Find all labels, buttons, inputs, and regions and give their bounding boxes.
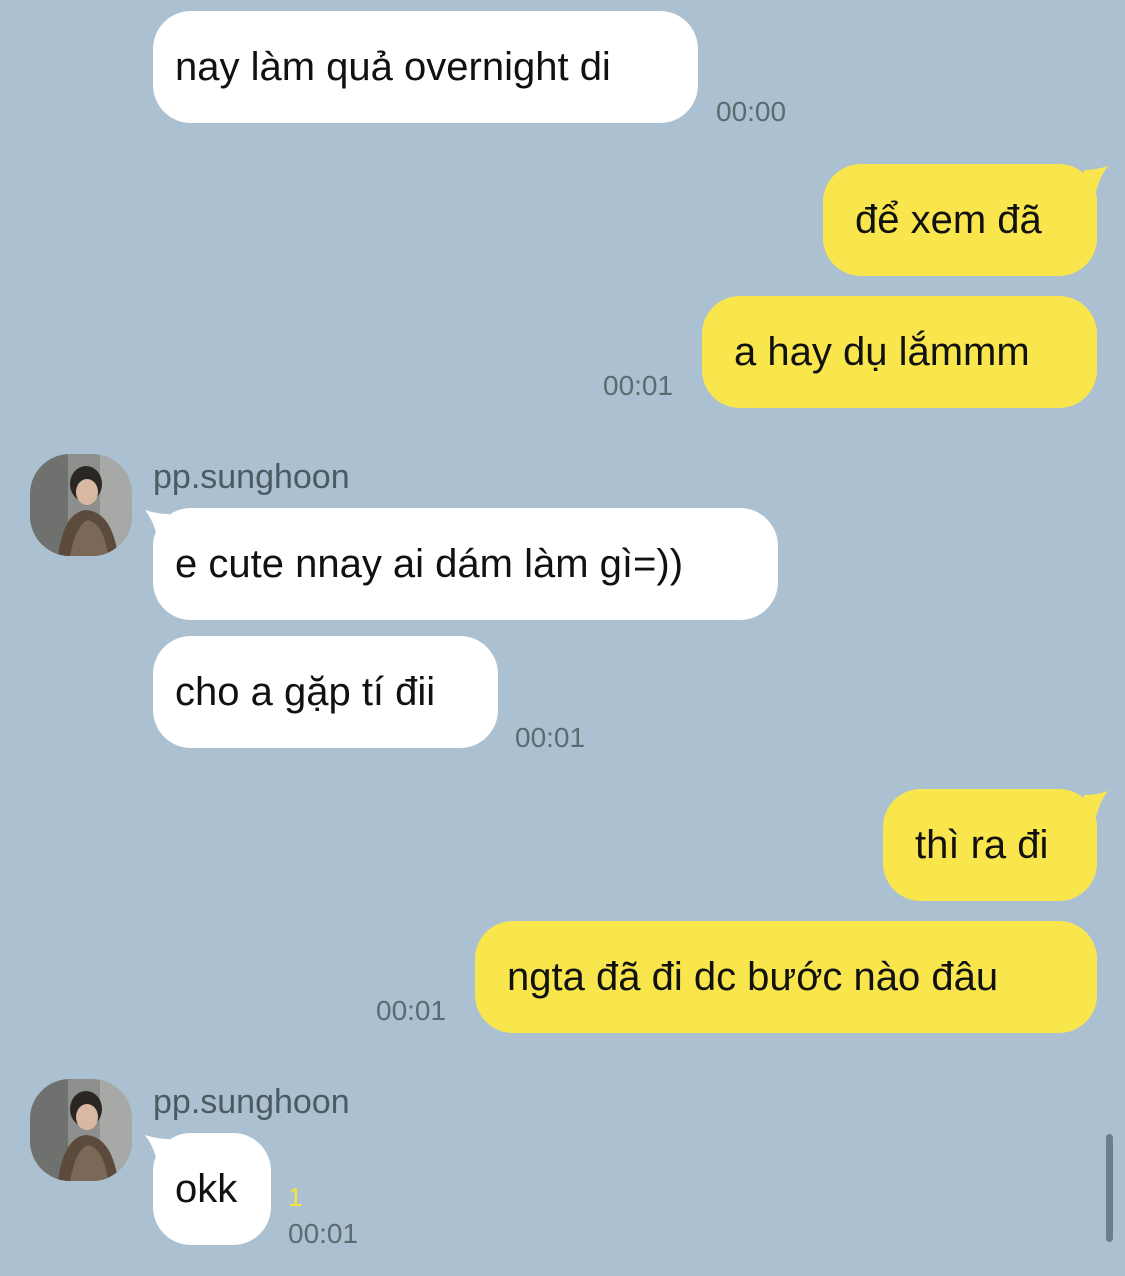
message-bubble-outgoing[interactable]: ngta đã đi dc bước nào đâu [475, 921, 1097, 1033]
message-time: 00:01 [603, 370, 674, 401]
message-bubble-outgoing[interactable]: thì ra đi [883, 789, 1097, 901]
message-text: okk [175, 1167, 238, 1211]
scrollbar[interactable] [1106, 1134, 1113, 1242]
message-text: a hay dụ lắmmm [734, 330, 1030, 374]
message-text: cho a gặp tí đii [175, 670, 436, 714]
message-bubble-outgoing[interactable]: để xem đã [823, 164, 1097, 276]
contact-photo-icon [30, 454, 132, 556]
bubble-tail [1084, 166, 1108, 192]
sender-name: pp.sunghoon [153, 458, 350, 496]
message-bubble-incoming[interactable]: okk [153, 1133, 271, 1245]
message-time: 00:01 [288, 1218, 359, 1249]
message-text: thì ra đi [915, 823, 1049, 867]
message-time: 00:01 [376, 995, 447, 1026]
message-bubble-incoming[interactable]: cho a gặp tí đii [153, 636, 498, 748]
message-time: 00:01 [515, 722, 586, 753]
message-bubble-incoming[interactable]: nay làm quả overnight di [153, 11, 698, 123]
unread-count: 1 [288, 1182, 303, 1212]
message-time: 00:00 [716, 96, 787, 127]
message-text: để xem đã [855, 198, 1042, 242]
message-bubble-incoming[interactable]: e cute nnay ai dám làm gì=)) [153, 508, 778, 620]
contact-photo-icon [30, 1079, 132, 1181]
message-bubble-outgoing[interactable]: a hay dụ lắmmm [702, 296, 1097, 408]
sender-name: pp.sunghoon [153, 1083, 350, 1121]
bubble-tail [145, 510, 169, 536]
message-text: e cute nnay ai dám làm gì=)) [175, 542, 684, 586]
avatar[interactable] [30, 1079, 132, 1181]
message-text: ngta đã đi dc bước nào đâu [507, 955, 999, 999]
message-text: nay làm quả overnight di [175, 45, 611, 89]
bubble-tail [145, 1135, 169, 1161]
avatar[interactable] [30, 454, 132, 556]
bubble-tail [1084, 791, 1108, 817]
